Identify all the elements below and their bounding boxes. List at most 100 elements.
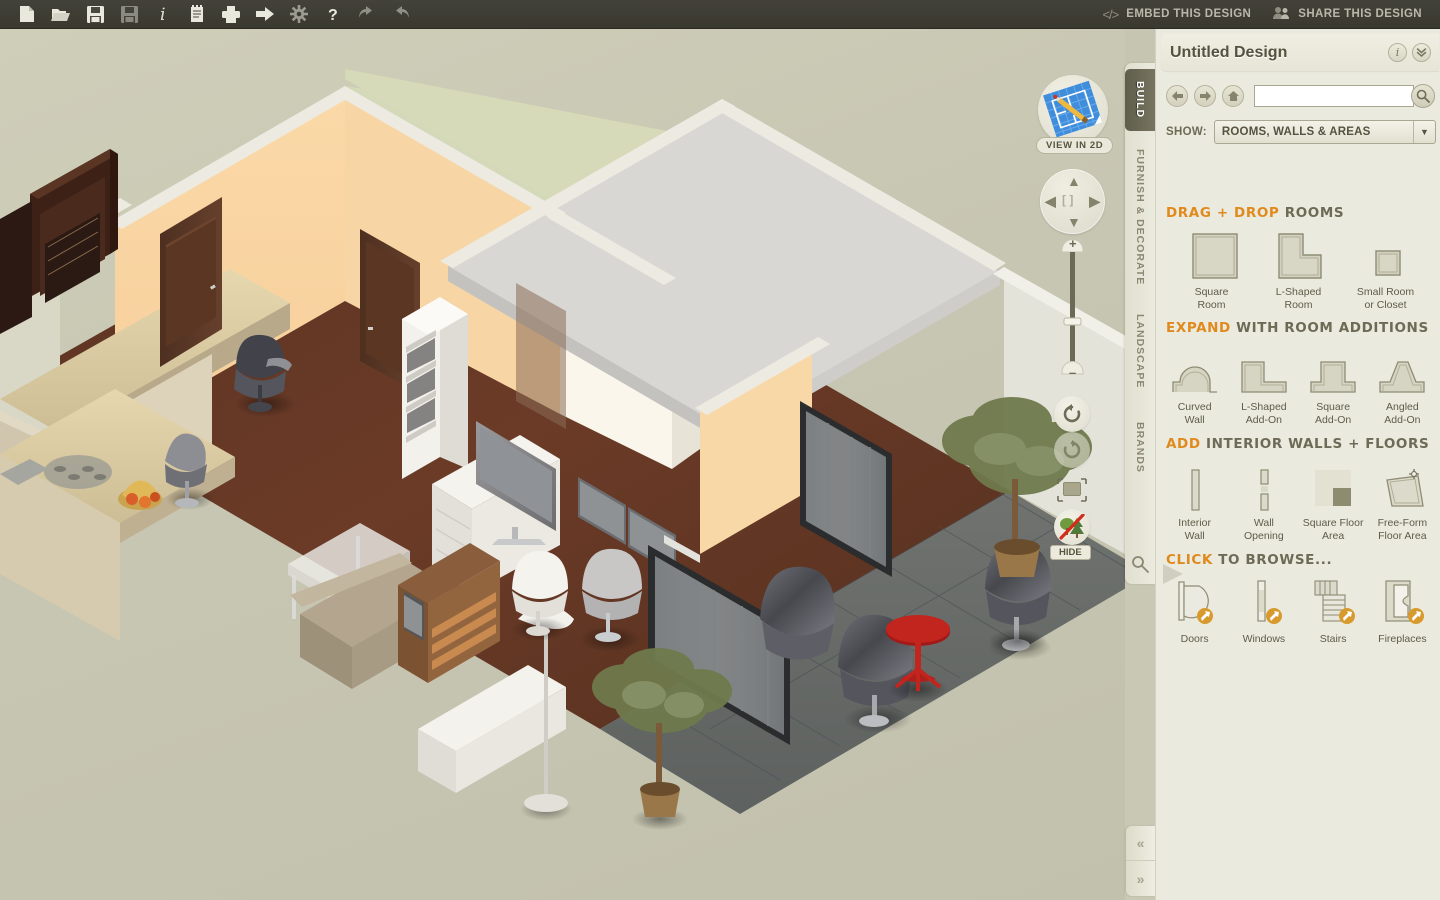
embed-code-icon: </>: [1102, 6, 1119, 22]
floorplan-3d-render[interactable]: [0, 29, 1125, 900]
section-heading-accent: ADD: [1166, 436, 1201, 452]
build-panel: Untitled Design i SHOW: ROOMS, WALLS & A…: [1155, 29, 1440, 900]
share-design-link[interactable]: SHARE THIS DESIGN: [1273, 6, 1422, 23]
save-icon[interactable]: [78, 0, 112, 28]
tool-label: Stairs: [1319, 633, 1347, 645]
rotate-right-icon[interactable]: [1054, 432, 1090, 468]
share-people-icon: [1273, 6, 1290, 23]
nav-forward-button[interactable]: [1194, 85, 1216, 107]
tool-angled-addon[interactable]: Angled Add-On: [1368, 344, 1437, 426]
export-icon[interactable]: [248, 0, 282, 28]
rail-tab-furnish-decorate[interactable]: FURNISH & DECORATE: [1125, 141, 1155, 293]
tool-label: Free-Form Floor Area: [1377, 517, 1428, 542]
open-folder-icon[interactable]: [44, 0, 78, 28]
zoom-slider[interactable]: + –: [1060, 236, 1085, 386]
collapse-left-button[interactable]: «: [1126, 826, 1155, 861]
tool-stairs[interactable]: Stairs: [1299, 576, 1368, 646]
save-as-icon[interactable]: [112, 0, 146, 28]
help-question-icon[interactable]: ?: [316, 0, 350, 28]
section-interior-walls-floors: ADD INTERIOR WALLS + FLOORS Interior Wall…: [1156, 436, 1440, 542]
tool-label: Square Floor Area: [1302, 517, 1364, 542]
show-filter-row: SHOW: ROOMS, WALLS & AREAS ▼: [1166, 117, 1436, 147]
pan-left-button[interactable]: ◀: [1045, 193, 1056, 210]
patio-chair-tall: [760, 566, 835, 660]
tool-label: Doors: [1180, 633, 1209, 645]
view-in-2d-thumbnail[interactable]: [1038, 75, 1108, 145]
tool-label: Fireplaces: [1378, 633, 1427, 645]
tool-fireplaces[interactable]: Fireplaces: [1368, 576, 1437, 646]
print-icon[interactable]: [214, 0, 248, 28]
section-heading: ADD INTERIOR WALLS + FLOORS: [1156, 436, 1440, 452]
pan-up-button[interactable]: ▲: [1067, 173, 1081, 189]
section-drag-drop-rooms: DRAG + DROP ROOMS Square Room L-Shaped Roo…: [1156, 205, 1440, 311]
show-filter-select[interactable]: ROOMS, WALLS & AREAS ▼: [1213, 120, 1436, 144]
section-heading-accent: DRAG + DROP: [1166, 205, 1280, 221]
design-viewport-3d[interactable]: VIEW IN 2D ▲ ▼ ◀ ▶ [ ] + – HIDE: [0, 29, 1125, 900]
pan-down-button[interactable]: ▼: [1067, 214, 1081, 230]
section-heading: CLICK TO BROWSE...: [1156, 552, 1440, 568]
white-shelf-unit: [402, 297, 468, 479]
curved-wall-icon: [1169, 344, 1221, 396]
info-icon[interactable]: i: [146, 0, 180, 28]
panel-collapse-button[interactable]: [1412, 43, 1431, 62]
windows-icon: [1238, 576, 1290, 628]
rail-tab-build[interactable]: BUILD: [1125, 69, 1155, 131]
interior-wall-icon: [1169, 460, 1221, 512]
storage-bench: [418, 665, 566, 793]
tool-doors[interactable]: Doors: [1160, 576, 1229, 646]
tool-l-shaped-addon[interactable]: L-Shaped Add-On: [1229, 344, 1298, 426]
nav-back-button[interactable]: [1166, 85, 1188, 107]
zoom-out-button[interactable]: –: [1069, 365, 1076, 380]
tool-interior-wall[interactable]: Interior Wall: [1160, 460, 1229, 542]
tool-wall-opening[interactable]: Wall Opening: [1229, 460, 1298, 542]
undo-icon[interactable]: [350, 0, 384, 28]
show-filter-value: ROOMS, WALLS & AREAS: [1221, 126, 1371, 138]
tool-free-form-floor-area[interactable]: Free-Form Floor Area: [1368, 460, 1437, 542]
stairs-icon: [1307, 576, 1359, 628]
panel-search: [1254, 84, 1436, 108]
redo-icon[interactable]: [384, 0, 418, 28]
tool-small-room-closet[interactable]: Small Room or Closet: [1342, 229, 1429, 311]
toolbar-icon-group: i ?: [0, 0, 418, 28]
collapse-right-button[interactable]: »: [1126, 861, 1155, 896]
search-input[interactable]: [1254, 85, 1414, 107]
canvas-edge-tip: [1163, 560, 1185, 586]
new-document-icon[interactable]: [10, 0, 44, 28]
view-in-2d-button[interactable]: VIEW IN 2D: [1036, 137, 1114, 154]
notes-icon[interactable]: [180, 0, 214, 28]
tool-label: L-Shaped Add-On: [1241, 401, 1287, 426]
embed-design-label: EMBED THIS DESIGN: [1126, 8, 1252, 20]
hide-button-label[interactable]: HIDE: [1050, 545, 1091, 560]
hide-plants-icon[interactable]: [1054, 509, 1090, 545]
nav-home-button[interactable]: [1222, 85, 1244, 107]
search-submit-button[interactable]: [1411, 84, 1435, 108]
embed-design-link[interactable]: </> EMBED THIS DESIGN: [1102, 7, 1251, 22]
rail-tab-brands[interactable]: BRANDS: [1125, 409, 1155, 485]
tool-square-room[interactable]: Square Room: [1168, 229, 1255, 311]
pan-right-button[interactable]: ▶: [1089, 193, 1100, 210]
pan-control-pad[interactable]: ▲ ▼ ◀ ▶ [ ]: [1040, 169, 1105, 234]
section-room-additions: EXPAND WITH ROOM ADDITIONS Curved Wall L-…: [1156, 320, 1440, 426]
free-form-floor-area-icon: [1376, 460, 1428, 512]
rail-tab-landscape[interactable]: LANDSCAPE: [1125, 301, 1155, 401]
rotate-left-icon[interactable]: [1054, 396, 1090, 432]
zoom-in-button[interactable]: +: [1069, 236, 1077, 251]
search-icon[interactable]: [1131, 555, 1149, 578]
tool-l-shaped-room[interactable]: L-Shaped Room: [1255, 229, 1342, 311]
pan-center-button[interactable]: [ ]: [1062, 193, 1073, 207]
fireplaces-icon: [1376, 576, 1428, 628]
small-room-closet-icon: [1360, 229, 1412, 281]
tool-square-addon[interactable]: Square Add-On: [1299, 344, 1368, 426]
section-heading-rest: ROOMS: [1284, 205, 1345, 221]
panel-title-bar: Untitled Design i: [1161, 34, 1439, 71]
tool-curved-wall[interactable]: Curved Wall: [1160, 344, 1229, 426]
panel-collapse-stack: « »: [1126, 826, 1155, 896]
fit-to-screen-icon[interactable]: [1056, 477, 1088, 503]
mode-tab-rail: BUILD FURNISH & DECORATE LANDSCAPE BRAND…: [1125, 63, 1155, 584]
page-title: Untitled Design: [1170, 43, 1288, 61]
tool-label: Angled Add-On: [1384, 401, 1421, 426]
tool-windows[interactable]: Windows: [1229, 576, 1298, 646]
settings-gear-icon[interactable]: [282, 0, 316, 28]
tool-square-floor-area[interactable]: Square Floor Area: [1299, 460, 1368, 542]
design-info-button[interactable]: i: [1388, 43, 1407, 62]
